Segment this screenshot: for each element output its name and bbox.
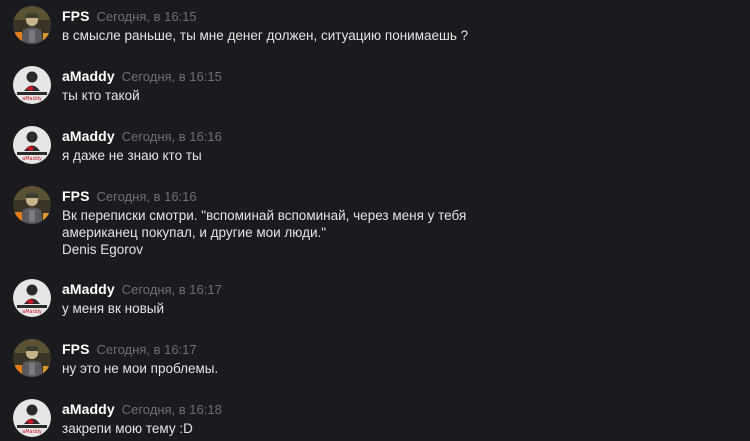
username[interactable]: aMaddy <box>62 68 115 84</box>
message-text: я даже не знаю кто ты <box>62 147 722 164</box>
message-text: закрепи мою тему :D <box>62 420 722 437</box>
message-line: американец покупал, и другие мои люди." <box>62 225 327 240</box>
message-line: в смысле раньше, ты мне денег должен, си… <box>62 28 469 43</box>
username[interactable]: aMaddy <box>62 401 115 417</box>
message-text: у меня вк новый <box>62 300 722 317</box>
person-logo-avatar-icon[interactable]: aMaddy <box>13 126 51 164</box>
message-header: aMaddy Сегодня, в 16:15 <box>62 68 222 86</box>
timestamp: Сегодня, в 16:15 <box>121 69 222 84</box>
message-line: я даже не знаю кто ты <box>62 148 202 163</box>
username[interactable]: aMaddy <box>62 128 115 144</box>
username[interactable]: FPS <box>62 341 90 357</box>
message-line: ты кто такой <box>62 88 140 103</box>
person-logo-avatar-icon[interactable]: aMaddy <box>13 66 51 104</box>
message-text: ты кто такой <box>62 87 722 104</box>
timestamp: Сегодня, в 16:16 <box>121 129 222 144</box>
person-logo-avatar-icon[interactable]: aMaddy <box>13 399 51 437</box>
avatar-caption: aMaddy <box>22 429 42 435</box>
person-logo-avatar-icon[interactable]: aMaddy <box>13 279 51 317</box>
avatar-caption: aMaddy <box>22 309 42 315</box>
message-line: закрепи мою тему :D <box>62 421 193 436</box>
avatar-caption: aMaddy <box>22 96 42 102</box>
message-header: FPS Сегодня, в 16:16 <box>62 188 197 206</box>
soldier-avatar-icon[interactable] <box>13 6 51 44</box>
soldier-avatar-icon[interactable] <box>13 339 51 377</box>
timestamp: Сегодня, в 16:18 <box>121 402 222 417</box>
message-line: у меня вк новый <box>62 301 165 316</box>
message-header: aMaddy Сегодня, в 16:17 <box>62 281 222 299</box>
message-header: FPS Сегодня, в 16:17 <box>62 341 197 359</box>
soldier-avatar-icon[interactable] <box>13 186 51 224</box>
message-line: Denis Egorov <box>62 242 144 257</box>
timestamp: Сегодня, в 16:17 <box>121 282 222 297</box>
username[interactable]: FPS <box>62 8 90 24</box>
timestamp: Сегодня, в 16:15 <box>96 9 197 24</box>
timestamp: Сегодня, в 16:17 <box>96 342 197 357</box>
timestamp: Сегодня, в 16:16 <box>96 189 197 204</box>
message-header: aMaddy Сегодня, в 16:18 <box>62 401 222 419</box>
message-header: FPS Сегодня, в 16:15 <box>62 8 197 26</box>
username[interactable]: aMaddy <box>62 281 115 297</box>
message-line: Вк переписки смотри. "вспоминай вспомина… <box>62 208 467 223</box>
username[interactable]: FPS <box>62 188 90 204</box>
avatar-caption: aMaddy <box>22 156 42 162</box>
message-text: в смысле раньше, ты мне денег должен, си… <box>62 27 722 44</box>
message-text: Вк переписки смотри. "вспоминай вспомина… <box>62 207 722 258</box>
message-line: ну это не мои проблемы. <box>62 361 219 376</box>
message-header: aMaddy Сегодня, в 16:16 <box>62 128 222 146</box>
message-text: ну это не мои проблемы. <box>62 360 722 377</box>
chat-log: FPS Сегодня, в 16:15 в смысле раньше, ты … <box>0 0 750 441</box>
